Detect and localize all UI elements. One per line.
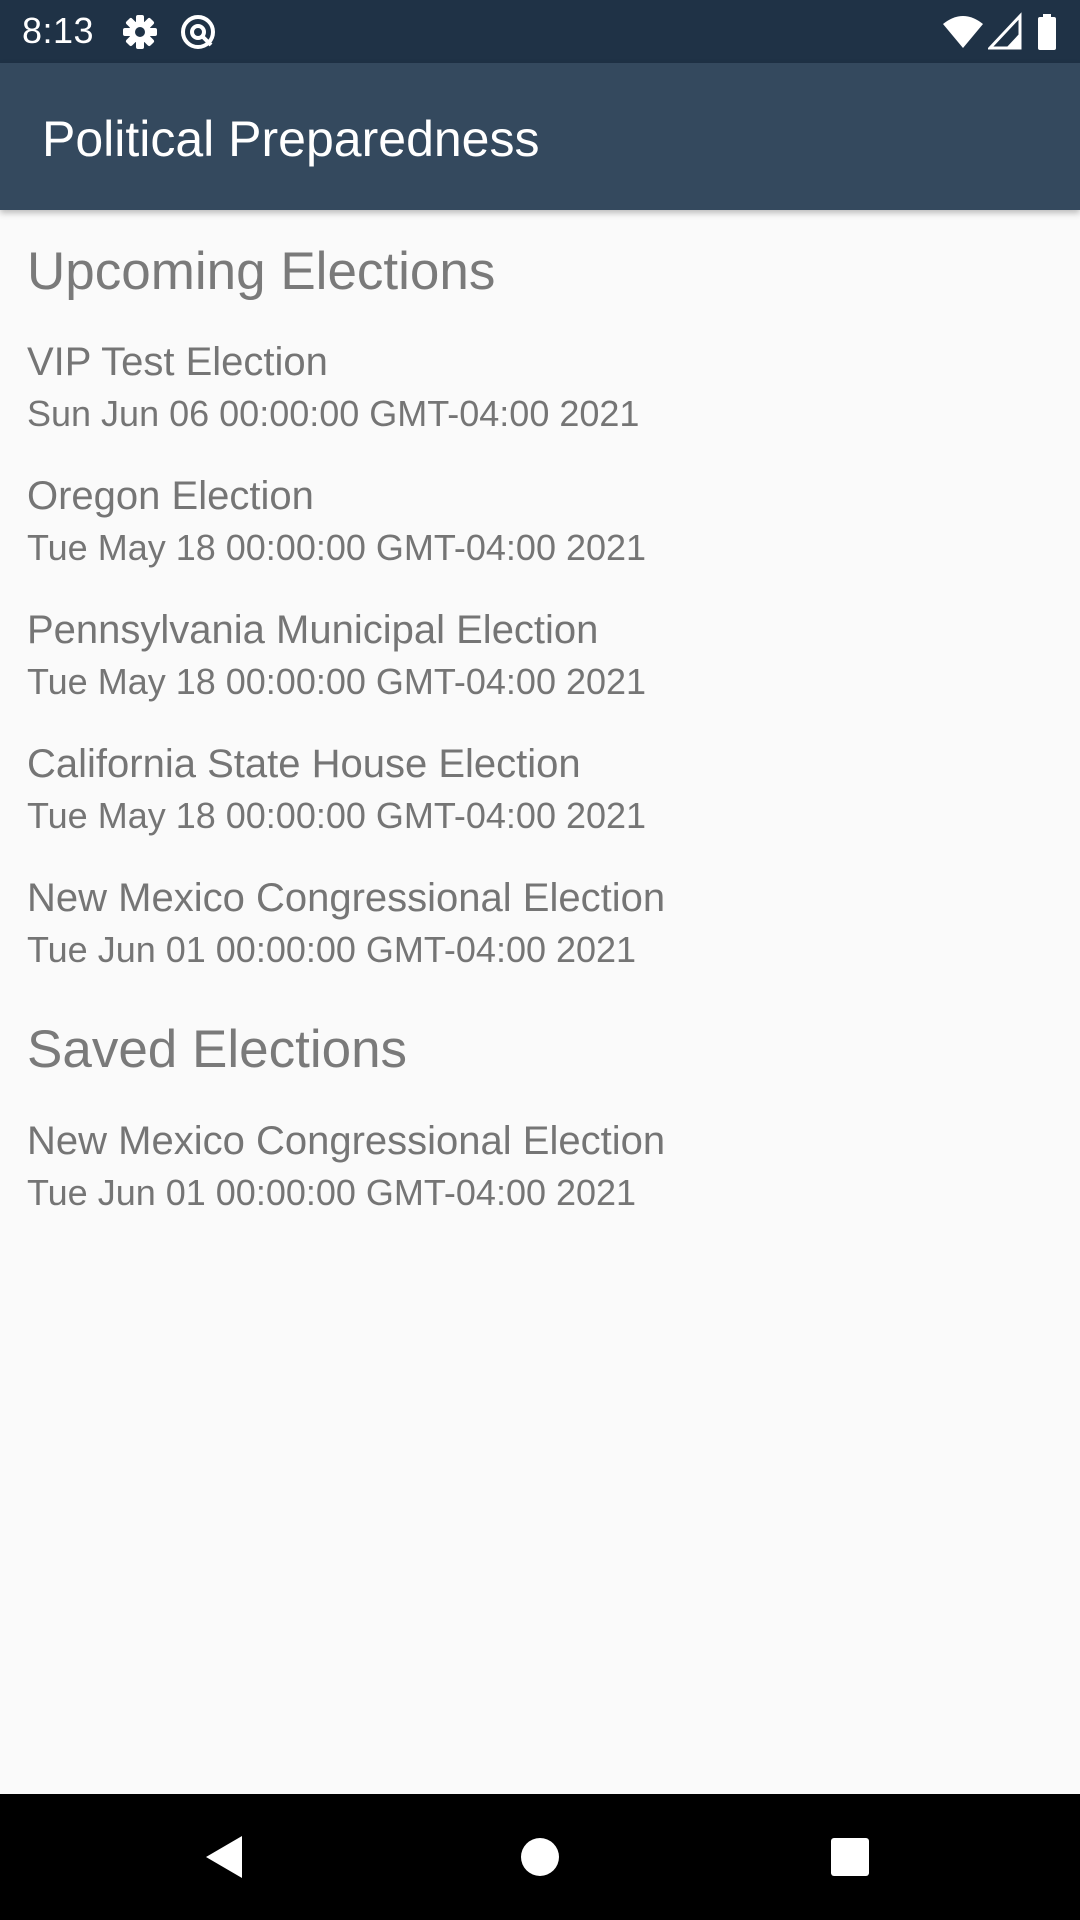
saved-elections-header: Saved Elections: [27, 1020, 408, 1079]
back-icon[interactable]: [196, 1827, 256, 1887]
election-name: VIP Test Election: [27, 340, 328, 384]
upcoming-elections-header: Upcoming Elections: [27, 242, 496, 301]
settings-icon: [120, 12, 160, 52]
battery-icon: [1036, 12, 1076, 52]
upcoming-election-item[interactable]: Oregon Election Tue May 18 00:00:00 GMT-…: [27, 472, 1047, 592]
app-bar: Political Preparedness: [0, 63, 1080, 210]
election-name: New Mexico Congressional Election: [27, 876, 666, 920]
signal-icon: [986, 12, 1028, 52]
saved-election-item[interactable]: New Mexico Congressional Election Tue Ju…: [27, 1117, 1047, 1237]
election-name: Pennsylvania Municipal Election: [27, 608, 599, 652]
upcoming-election-item[interactable]: California State House Election Tue May …: [27, 740, 1047, 860]
status-time: 8:13: [22, 10, 95, 51]
election-date: Tue Jun 01 00:00:00 GMT-04:00 2021: [27, 1172, 637, 1213]
election-name: Oregon Election: [27, 474, 314, 518]
elections-content[interactable]: Upcoming Elections VIP Test Election Sun…: [0, 210, 1080, 1794]
election-date: Tue Jun 01 00:00:00 GMT-04:00 2021: [27, 929, 637, 970]
election-date: Tue May 18 00:00:00 GMT-04:00 2021: [27, 661, 647, 702]
upcoming-election-item[interactable]: VIP Test Election Sun Jun 06 00:00:00 GM…: [27, 338, 1047, 458]
election-date: Tue May 18 00:00:00 GMT-04:00 2021: [27, 527, 647, 568]
status-bar: 8:13: [0, 0, 1080, 63]
election-name: New Mexico Congressional Election: [27, 1119, 666, 1163]
upcoming-election-item[interactable]: New Mexico Congressional Election Tue Ju…: [27, 874, 1047, 994]
recents-icon[interactable]: [820, 1827, 880, 1887]
app-title: Political Preparedness: [42, 111, 540, 167]
election-date: Sun Jun 06 00:00:00 GMT-04:00 2021: [27, 393, 640, 434]
election-date: Tue May 18 00:00:00 GMT-04:00 2021: [27, 795, 647, 836]
app-notification-icon: [178, 12, 218, 52]
navigation-bar: [0, 1794, 1080, 1920]
home-icon[interactable]: [510, 1827, 570, 1887]
wifi-icon: [942, 12, 983, 52]
election-name: California State House Election: [27, 742, 581, 786]
upcoming-election-item[interactable]: Pennsylvania Municipal Election Tue May …: [27, 606, 1047, 726]
